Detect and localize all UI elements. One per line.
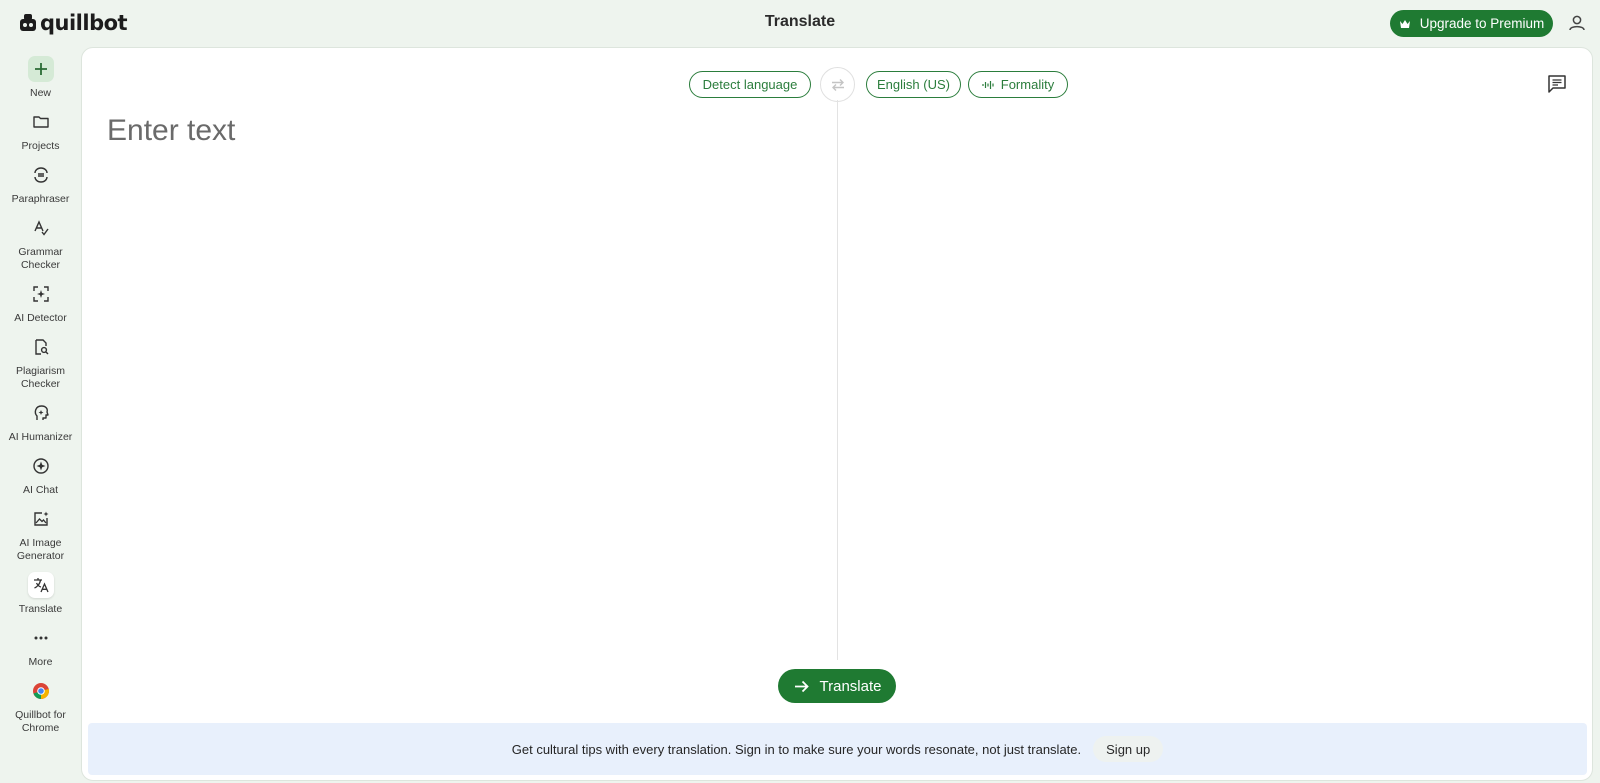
sidebar-item-ai-humanizer[interactable]: AI Humanizer [0,400,81,444]
sidebar-item-more[interactable]: More [0,625,81,669]
more-icon [28,625,54,651]
translate-panel: Detect language English (US) Formality T… [81,47,1593,781]
swap-arrows-icon [831,78,844,91]
sidebar-item-label: AI Image Generator [16,537,65,562]
panel-divider [837,100,838,660]
plagiarism-icon [28,334,54,360]
sign-up-button[interactable]: Sign up [1093,736,1164,762]
crown-icon [1399,19,1410,28]
humanizer-icon [28,400,54,426]
sidebar-item-projects[interactable]: Projects [0,109,81,153]
sidebar-item-label: AI Detector [14,312,67,324]
chrome-icon [28,678,54,704]
formality-button[interactable]: Formality [968,71,1068,98]
translate-icon [27,572,54,598]
folder-icon [28,109,54,135]
sidebar-item-ai-chat[interactable]: AI Chat [0,453,81,497]
sign-up-label: Sign up [1106,741,1151,757]
translate-button-label: Translate [819,677,882,695]
sidebar-item-label: Projects [21,140,60,152]
sidebar-item-translate[interactable]: Translate [0,572,81,616]
sidebar-item-grammar-checker[interactable]: Grammar Checker [0,215,81,272]
sidebar-item-quillbot-for-chrome[interactable]: Quillbot for Chrome [0,678,81,735]
sidebar-item-new[interactable]: New [0,56,81,100]
grammar-icon [28,215,54,241]
formality-icon [982,80,994,89]
sidebar-item-ai-image-generator[interactable]: AI Image Generator [0,506,81,563]
sidebar-item-plagiarism-checker[interactable]: Plagiarism Checker [0,334,81,391]
chat-icon [28,453,54,479]
feedback-icon[interactable] [1547,74,1567,94]
source-language-label: Detect language [702,77,798,92]
user-account-icon[interactable] [1567,13,1587,33]
sidebar-item-label: New [29,87,51,99]
source-language-select[interactable]: Detect language [689,71,811,98]
source-text-input[interactable] [107,114,807,654]
banner-text: Get cultural tips with every translation… [511,741,1082,757]
upgrade-label: Upgrade to Premium [1419,16,1545,31]
sidebar-item-label: Quillbot for Chrome [15,709,66,734]
image-generator-icon [28,506,54,532]
target-language-label: English (US) [877,77,950,92]
formality-label: Formality [1000,77,1055,92]
sidebar-item-paraphraser[interactable]: Paraphraser [0,162,81,206]
sidebar-item-label: Translate [18,603,63,615]
sidebar-item-label: AI Chat [22,484,59,496]
arrow-right-icon [794,680,809,692]
plus-icon [27,56,54,82]
upgrade-to-premium-button[interactable]: Upgrade to Premium [1390,10,1553,37]
paraphraser-icon [28,162,54,188]
sidebar-item-ai-detector[interactable]: AI Detector [0,281,81,325]
sidebar-item-label: AI Humanizer [8,431,73,443]
top-bar: quillbot Translate Upgrade to Premium [0,0,1600,47]
sidebar-item-label: Plagiarism Checker [15,365,65,390]
sign-in-banner: Get cultural tips with every translation… [88,723,1587,775]
target-language-select[interactable]: English (US) [866,71,961,98]
swap-languages-button[interactable] [820,67,855,102]
ai-detector-icon [28,281,54,307]
translate-button[interactable]: Translate [778,669,896,703]
sidebar-item-label: More [28,656,53,668]
page-title: Translate [764,13,836,30]
sidebar-item-label: Grammar Checker [18,246,63,271]
sidebar: New Projects Paraphraser Grammar Checker… [0,47,81,783]
sidebar-item-label: Paraphraser [11,193,70,205]
